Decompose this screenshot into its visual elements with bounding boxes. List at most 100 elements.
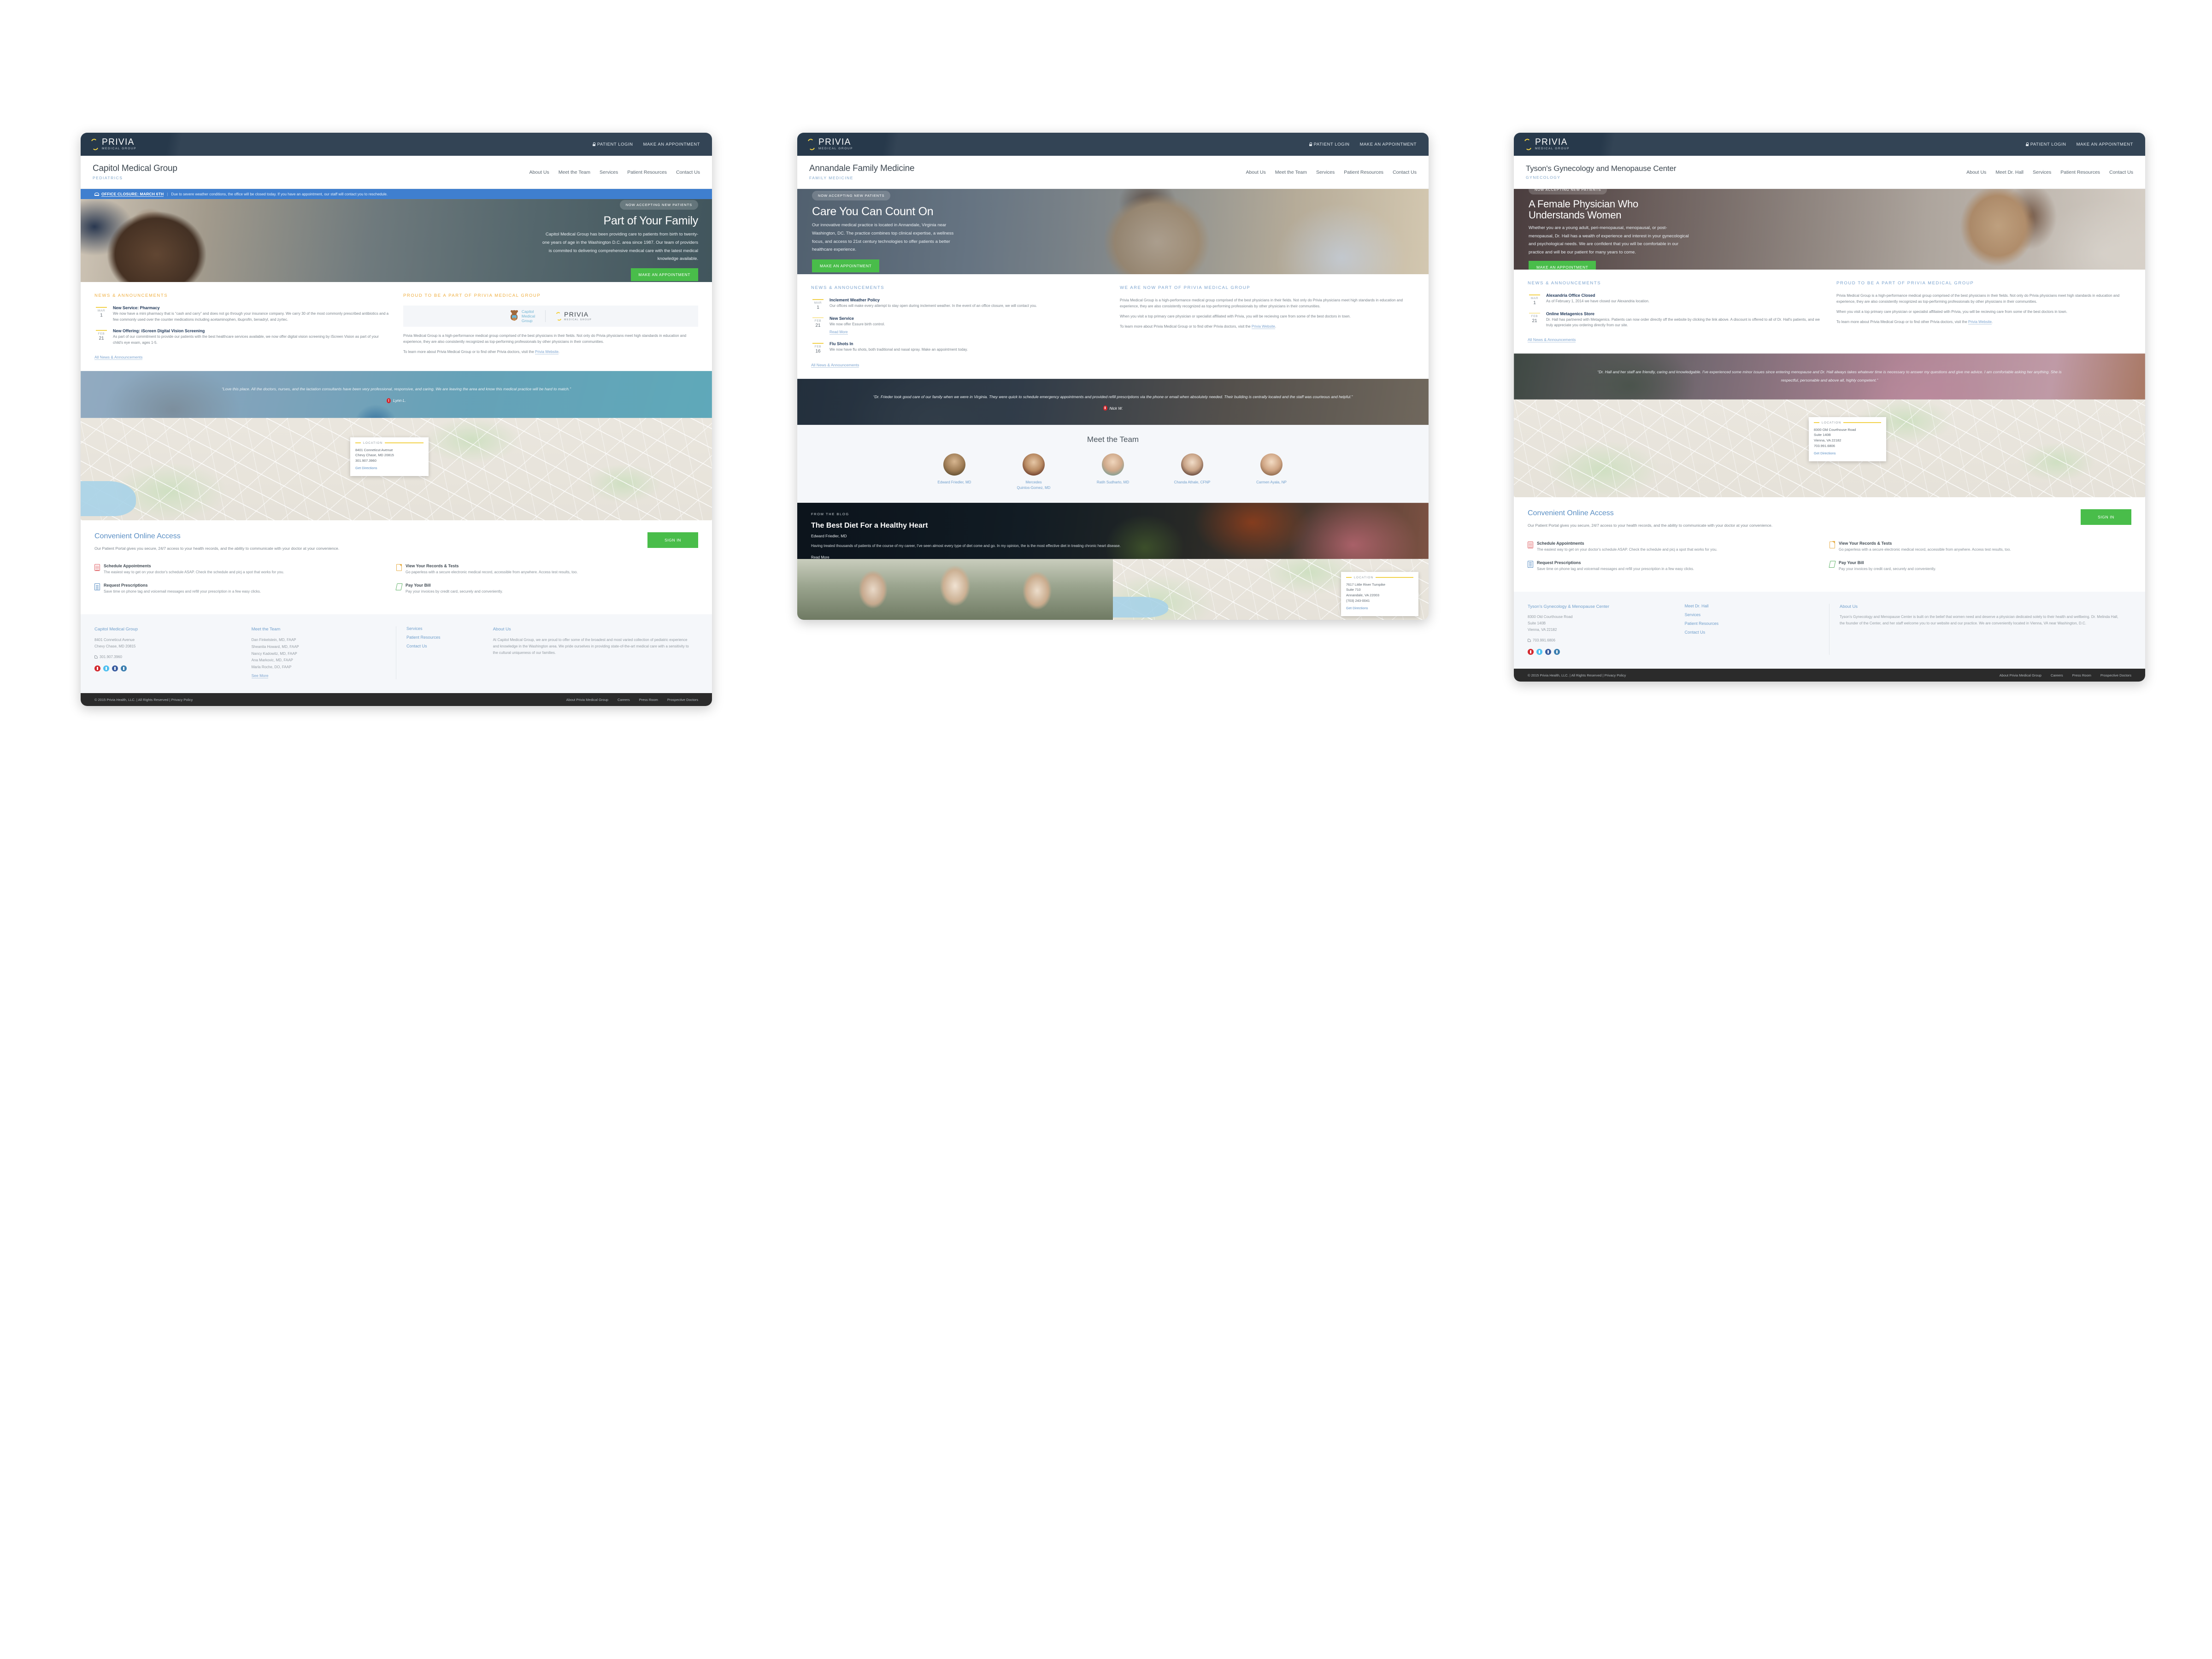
get-directions-link[interactable]: Get Directions (1814, 451, 1836, 455)
patient-login-link[interactable]: PATIENT LOGIN (2025, 142, 2066, 147)
news-item[interactable]: FEB 21 New Offering: iScreen Digital Vis… (94, 329, 389, 346)
make-appointment-link[interactable]: MAKE AN APPOINTMENT (643, 142, 700, 147)
nav-contact-us[interactable]: Contact Us (676, 170, 700, 175)
footer-bar-prospective-doctors[interactable]: Prospective Doctors (2100, 673, 2131, 677)
privia-website-link[interactable]: Privia Website (1968, 319, 1992, 324)
team-member[interactable]: Mercedes Quintos-Gomez, MD (1004, 453, 1064, 491)
privia-logo[interactable]: PRIVIA MEDICAL GROUP (1514, 138, 1570, 151)
location-map[interactable]: LOCATION 7617 Little River Turnpike Suit… (1113, 559, 1429, 620)
get-directions-link[interactable]: Get Directions (355, 466, 377, 470)
footer-link-services[interactable]: Services (406, 626, 485, 631)
patient-login-link[interactable]: PATIENT LOGIN (592, 142, 633, 147)
nav-meet-dr-hall[interactable]: Meet Dr. Hall (1995, 170, 2024, 175)
sign-in-button[interactable]: SIGN IN (647, 532, 698, 548)
linkedin-icon[interactable] (121, 665, 127, 672)
practice-specialty: FAMILY MEDICINE (809, 175, 853, 180)
team-member[interactable]: Carmen Ayala, NP (1241, 453, 1301, 491)
footer-link-services[interactable]: Services (1685, 612, 1821, 617)
footer-see-more-link[interactable]: See More (251, 673, 269, 679)
news-item[interactable]: MAR 1 New Service: Pharmacy We now have … (94, 306, 389, 323)
team-member[interactable]: Chanda Athale, CFNP (1162, 453, 1222, 491)
copyright: © 2015 Privia Health, LLC. | All Rights … (1528, 673, 1626, 677)
footer-team-member: Marla Roche, DO, FAAP (251, 665, 292, 670)
nav-meet-the-team[interactable]: Meet the Team (1275, 170, 1307, 175)
news-item[interactable]: MAR 1 Alexandria Office Closed As of Feb… (1528, 293, 1823, 306)
hero-make-appointment-button[interactable]: MAKE AN APPOINTMENT (630, 268, 698, 281)
make-appointment-link[interactable]: MAKE AN APPOINTMENT (2077, 142, 2133, 147)
twitter-icon[interactable] (1536, 649, 1542, 655)
privia-logo[interactable]: PRIVIA MEDICAL GROUP (81, 138, 136, 151)
news-day: 21 (99, 335, 104, 341)
facebook-icon[interactable] (112, 665, 118, 672)
nav-meet-the-team[interactable]: Meet the Team (559, 170, 590, 175)
nav-about-us[interactable]: About Us (1966, 170, 1986, 175)
news-read-more-link[interactable]: Read More (830, 330, 848, 335)
footer-bar-careers[interactable]: Careers (618, 698, 630, 702)
nav-about-us[interactable]: About Us (529, 170, 549, 175)
footer-bar-careers[interactable]: Careers (2051, 673, 2063, 677)
hero-banner: NOW ACCEPTING NEW PATIENTS Care You Can … (797, 189, 1429, 274)
nav-contact-us[interactable]: Contact Us (2109, 170, 2133, 175)
footer-link-contact-us[interactable]: Contact Us (1685, 630, 1821, 635)
footer-practice-info: Tyson's Gynecology & Menopause Center 83… (1528, 604, 1685, 655)
facebook-icon[interactable] (1545, 649, 1551, 655)
linkedin-icon[interactable] (1554, 649, 1560, 655)
footer-bar-about-privia[interactable]: About Privia Medical Group (566, 698, 608, 702)
footer-link-patient-resources[interactable]: Patient Resources (406, 635, 485, 640)
footer-link-meet-dr-hall[interactable]: Meet Dr. Hall (1685, 604, 1821, 608)
team-member[interactable]: Edward Friedler, MD (924, 453, 984, 491)
footer-link-patient-resources[interactable]: Patient Resources (1685, 621, 1821, 626)
yelp-icon[interactable] (1528, 649, 1534, 655)
patient-login-link[interactable]: PATIENT LOGIN (1309, 142, 1350, 147)
sign-in-button[interactable]: SIGN IN (2081, 509, 2131, 525)
main-nav: About Us Meet the Team Services Patient … (1246, 170, 1417, 175)
nav-services[interactable]: Services (2033, 170, 2051, 175)
accepting-patients-badge: NOW ACCEPTING NEW PATIENTS (812, 191, 891, 201)
privia-website-link[interactable]: Privia Website (535, 349, 559, 354)
privia-blurb-1: Privia Medical Group is a high-performan… (403, 334, 687, 344)
hero-make-appointment-button[interactable]: MAKE AN APPOINTMENT (812, 259, 880, 272)
news-item[interactable]: MAR 1 Inclement Weather Policy Our offic… (811, 298, 1106, 310)
location-map[interactable]: LOCATION 8401 Conneticut Avenue Chevy Ch… (81, 418, 712, 520)
nav-services[interactable]: Services (600, 170, 618, 175)
nav-about-us[interactable]: About Us (1246, 170, 1266, 175)
feature-desc: Go paperless with a secure electronic me… (1839, 547, 2011, 552)
address-line-3: Annandale, VA 22003 (1346, 593, 1380, 598)
nav-patient-resources[interactable]: Patient Resources (627, 170, 667, 175)
news-item[interactable]: FEB 16 Flu Shots In We now have flu shot… (811, 341, 1106, 354)
privia-ring-icon (89, 138, 100, 151)
blog-feature-section[interactable]: FROM THE BLOG The Best Diet For a Health… (797, 502, 1429, 559)
yelp-icon[interactable] (94, 665, 100, 672)
footer-bar-about-privia[interactable]: About Privia Medical Group (2000, 673, 2041, 677)
nav-patient-resources[interactable]: Patient Resources (2060, 170, 2100, 175)
lock-icon (592, 142, 596, 146)
privia-logo-name: PRIVIA (818, 137, 851, 147)
footer-bar-prospective-doctors[interactable]: Prospective Doctors (667, 698, 698, 702)
privia-logo[interactable]: PRIVIA MEDICAL GROUP (797, 138, 853, 151)
nav-patient-resources[interactable]: Patient Resources (1344, 170, 1383, 175)
nav-services[interactable]: Services (1316, 170, 1335, 175)
blog-read-more-link[interactable]: Read More (811, 555, 830, 559)
news-item[interactable]: FEB 21 New Service We now offer Essure b… (811, 316, 1106, 336)
location-map[interactable]: LOCATION 8300 Old Courthouse Road Suite … (1514, 399, 2145, 497)
hero-make-appointment-button[interactable]: MAKE AN APPOINTMENT (1529, 261, 1596, 270)
twitter-icon[interactable] (103, 665, 109, 672)
all-news-link[interactable]: All News & Announcements (1528, 337, 1576, 342)
news-item[interactable]: FEB 21 Online Metagenics Store Dr. Hall … (1528, 312, 1823, 329)
news-title: New Service (830, 316, 854, 321)
make-appointment-link[interactable]: MAKE AN APPOINTMENT (1360, 142, 1417, 147)
team-member[interactable]: Ratih Sudharto, MD (1083, 453, 1143, 491)
practice-header: Tyson's Gynecology and Menopause Center … (1514, 156, 2145, 189)
privia-ring-icon (806, 138, 817, 151)
alert-text: Due to severe weather conditions, the of… (171, 192, 388, 196)
all-news-link[interactable]: All News & Announcements (811, 363, 859, 368)
footer-bar-press-room[interactable]: Press Room (2072, 673, 2091, 677)
cobrand-line-3: Group (521, 318, 533, 323)
get-directions-link[interactable]: Get Directions (1346, 606, 1368, 610)
privia-blurb-2: To learn more about Privia Medical Group… (403, 349, 560, 354)
all-news-link[interactable]: All News & Announcements (94, 355, 143, 360)
privia-website-link[interactable]: Privia Website (1251, 324, 1275, 329)
nav-contact-us[interactable]: Contact Us (1393, 170, 1417, 175)
footer-link-contact-us[interactable]: Contact Us (406, 644, 485, 648)
footer-bar-press-room[interactable]: Press Room (639, 698, 658, 702)
